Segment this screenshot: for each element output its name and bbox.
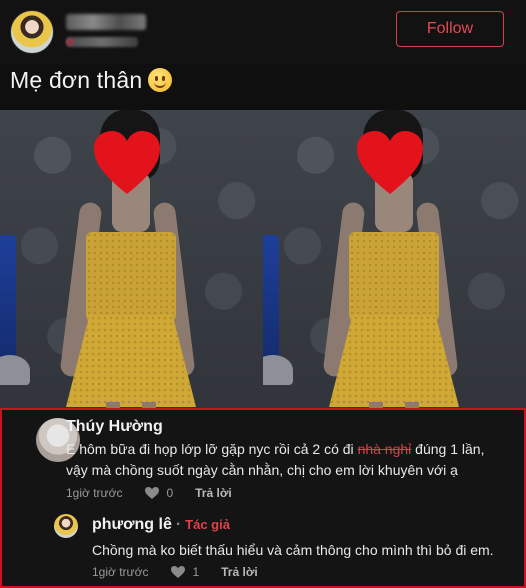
reply-time: 1giờ trước [92,565,149,579]
post-title-text: Mẹ đơn thân [10,67,143,93]
yellow-dress-top [349,232,439,324]
author-subtitle-icon [66,38,74,46]
comment-reply-button[interactable]: Trả lời [195,486,232,500]
reply-reply-button[interactable]: Trả lời [221,565,258,579]
heart-censor-icon [355,130,425,196]
reply-author-line: phương lê · Tác giả [92,516,230,533]
post-photo[interactable] [0,110,526,412]
reply-author[interactable]: phương lê [92,516,172,533]
photo-panel-right [263,110,526,412]
comment-time: 1giờ trước [66,486,123,500]
like-heart-icon[interactable] [144,486,160,500]
smile-emoji-icon [148,68,173,92]
post-header: Follow [0,0,526,64]
heart-censor-icon [92,130,162,196]
author-badge: Tác giả [185,517,230,532]
background-object [263,235,279,375]
yellow-dress-top [86,232,176,324]
background-table [263,355,293,385]
comment-text-struck: nhà nghỉ [357,441,412,457]
comment-like-count: 0 [166,486,174,500]
comment-thread-highlighted: Thúy Hường E hôm bữa đi họp lớp lỡ gặp n… [0,408,526,588]
post-title: Mẹ đơn thân [10,67,173,94]
reply-author-avatar[interactable] [54,514,78,538]
comment-text-part: E hôm bữa đi họp lớp lỡ gặp nyc rồi cả 2… [66,441,358,457]
comment-meta: 1giờ trước 0 Trả lời [66,486,232,500]
comment-text: E hôm bữa đi họp lớp lỡ gặp nyc rồi cả 2… [66,439,506,481]
background-table [0,355,30,385]
reply-meta: 1giờ trước 1 Trả lời [92,565,258,579]
follow-button[interactable]: Follow [396,11,504,47]
reply-text: Chồng mà ko biết thấu hiểu và cảm thông … [92,542,494,558]
author-avatar[interactable] [10,10,54,54]
comment-author[interactable]: Thúy Hường [66,418,163,436]
reply-like-count: 1 [192,565,200,579]
author-subtitle-redacted [66,37,138,47]
photo-panel-left [0,110,263,412]
like-heart-icon[interactable] [170,565,186,579]
background-object [0,235,16,375]
author-name-redacted [66,14,146,30]
